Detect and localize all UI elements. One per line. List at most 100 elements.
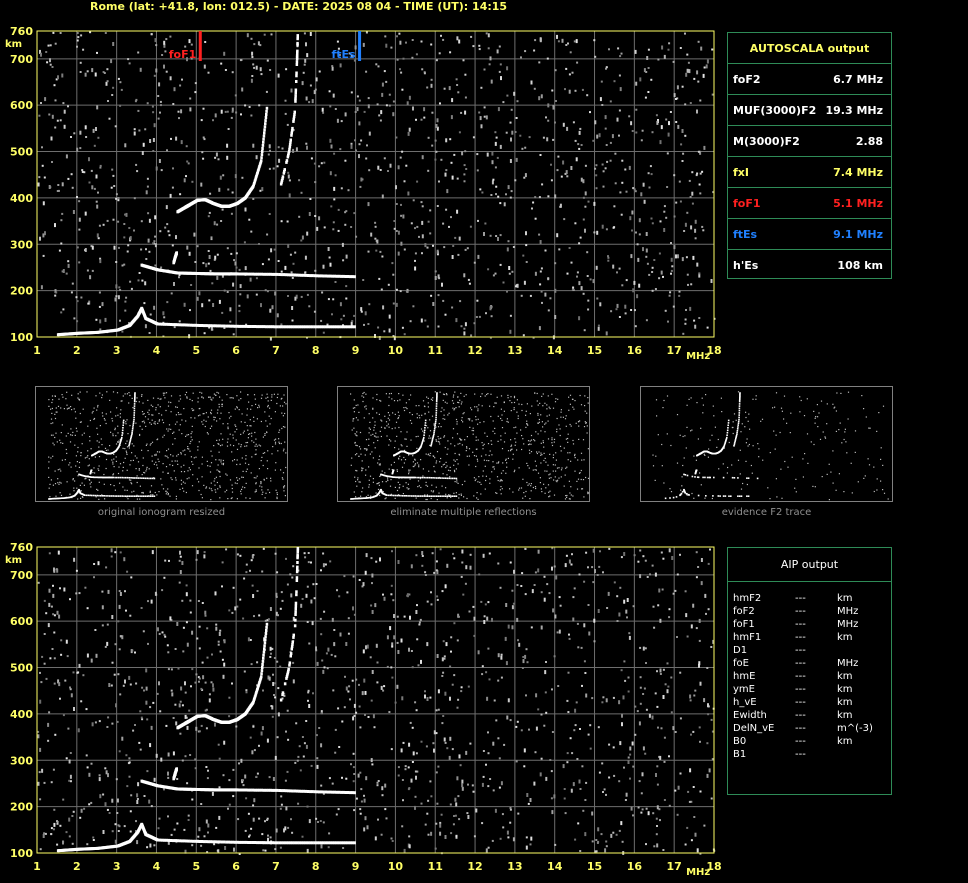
noise-dot [699,681,702,686]
thumb-noise [199,391,201,393]
noise-dot [691,202,694,205]
noise-dot [685,309,687,311]
noise-dot [424,571,427,574]
thumb-noise [98,441,100,443]
trace-point [249,325,252,328]
trace-point [320,274,323,278]
thumb-noise [54,483,57,485]
noise-dot [579,850,582,852]
noise-dot [660,125,663,130]
noise-dot [579,788,582,790]
noise-dot [211,653,213,656]
noise-dot [525,261,528,263]
noise-dot [247,637,250,642]
noise-dot [376,781,379,784]
thumb-noise [222,464,224,466]
noise-dot [660,270,663,275]
noise-dot [183,178,186,183]
thumb-noise [261,489,263,491]
noise-dot [189,97,192,100]
noise-dot [668,755,670,758]
noise-dot [172,167,174,170]
trace-point [260,159,263,163]
noise-dot [98,774,101,777]
noise-dot [63,109,66,114]
thumb-noise [201,476,203,478]
noise-dot [518,642,521,647]
noise-dot [234,606,237,611]
noise-dot [562,160,565,165]
trace-point [282,325,286,329]
noise-dot [116,812,119,814]
noise-dot [703,824,706,827]
noise-dot [317,821,319,823]
noise-dot [323,161,326,164]
noise-dot [550,797,553,800]
noise-dot [477,219,479,222]
noise-dot [308,305,311,308]
noise-dot [392,599,395,602]
thumb-noise [274,469,276,471]
thumb-noise [175,477,177,479]
noise-dot [86,269,89,272]
thumb-noise [56,441,58,443]
thumb-noise [54,417,57,420]
noise-dot [318,165,321,168]
noise-dot [634,705,637,708]
noise-dot [375,249,378,252]
noise-dot [491,839,494,842]
noise-dot [60,653,63,656]
noise-dot [619,586,622,589]
noise-dot [566,699,569,702]
noise-dot [607,256,610,259]
noise-dot [388,711,391,713]
thumb-noise [237,479,239,481]
noise-dot [482,750,485,752]
noise-dot [521,667,524,669]
noise-dot [124,309,127,312]
noise-dot [621,722,623,727]
thumb-noise [98,456,101,458]
trace-point [245,840,248,844]
noise-dot [679,772,682,775]
noise-dot [458,818,461,821]
noise-dot [41,768,44,773]
noise-dot [439,821,442,824]
noise-dot [487,785,490,788]
thumb-noise [276,402,278,405]
trace-point [349,275,352,279]
noise-dot [637,560,640,563]
noise-dot [454,236,457,239]
noise-dot [371,573,374,578]
noise-dot [350,763,352,766]
noise-dot [591,697,594,700]
x-tick-label: 13 [507,344,522,357]
noise-dot [642,693,645,695]
trace-point [247,841,250,844]
noise-dot [569,737,572,740]
thumb-noise [190,433,192,435]
noise-dot [358,99,361,102]
noise-dot [624,799,627,801]
noise-dot [435,709,438,712]
trace-point [294,618,297,622]
noise-dot [335,813,338,816]
x-tick-label: 4 [153,344,161,357]
noise-dot [370,232,373,237]
noise-dot [129,236,132,241]
noise-dot [618,700,621,705]
noise-dot [647,172,650,175]
thumb-noise [151,419,153,421]
trace-point [351,325,354,329]
noise-dot [662,668,665,671]
noise-dot [269,836,272,839]
noise-dot [148,332,151,334]
noise-dot [364,691,367,693]
noise-dot [90,169,93,172]
noise-dot [440,34,442,37]
trace-point [214,324,217,328]
thumb-noise [60,470,62,472]
noise-dot [451,98,454,103]
noise-dot [476,153,479,156]
noise-dot [60,219,63,222]
